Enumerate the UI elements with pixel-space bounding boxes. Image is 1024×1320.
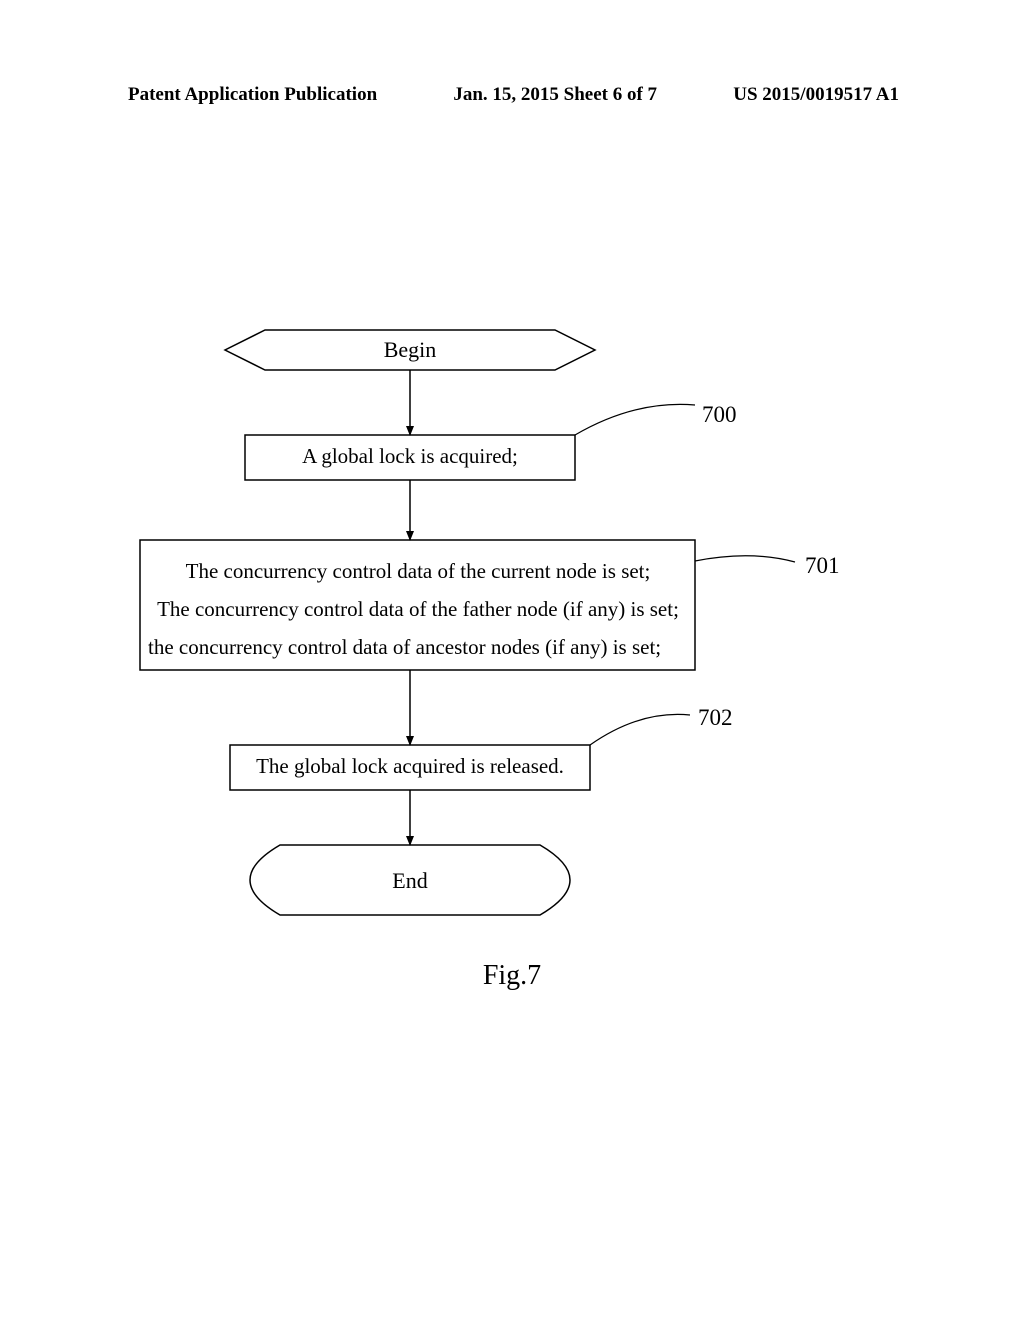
step-700-node: A global lock is acquired; xyxy=(245,435,575,480)
label-700: 700 xyxy=(702,402,737,427)
flowchart-figure: Begin A global lock is acquired; 700 The… xyxy=(0,300,1024,1000)
header-right: US 2015/0019517 A1 xyxy=(733,84,899,106)
label-701: 701 xyxy=(805,553,840,578)
begin-label: Begin xyxy=(384,337,437,362)
step-701-line1: The concurrency control data of the curr… xyxy=(186,559,651,583)
label-702: 702 xyxy=(698,705,733,730)
leader-702 xyxy=(590,714,690,745)
page-header: Patent Application Publication Jan. 15, … xyxy=(0,84,1024,106)
step-702-text: The global lock acquired is released. xyxy=(256,754,564,778)
step-702-node: The global lock acquired is released. xyxy=(230,745,590,790)
leader-700 xyxy=(575,404,695,435)
step-701-line3: the concurrency control data of ancestor… xyxy=(148,635,661,659)
header-left: Patent Application Publication xyxy=(128,84,377,106)
end-node: End xyxy=(250,845,570,915)
step-700-text: A global lock is acquired; xyxy=(302,444,518,468)
flowchart-svg: Begin A global lock is acquired; 700 The… xyxy=(0,300,1024,980)
step-701-line2: The concurrency control data of the fath… xyxy=(157,597,679,621)
leader-701 xyxy=(695,556,795,562)
step-701-node: The concurrency control data of the curr… xyxy=(140,540,695,670)
end-label: End xyxy=(392,868,427,893)
begin-node: Begin xyxy=(225,330,595,370)
figure-caption: Fig.7 xyxy=(0,960,1024,992)
header-center: Jan. 15, 2015 Sheet 6 of 7 xyxy=(453,84,657,106)
